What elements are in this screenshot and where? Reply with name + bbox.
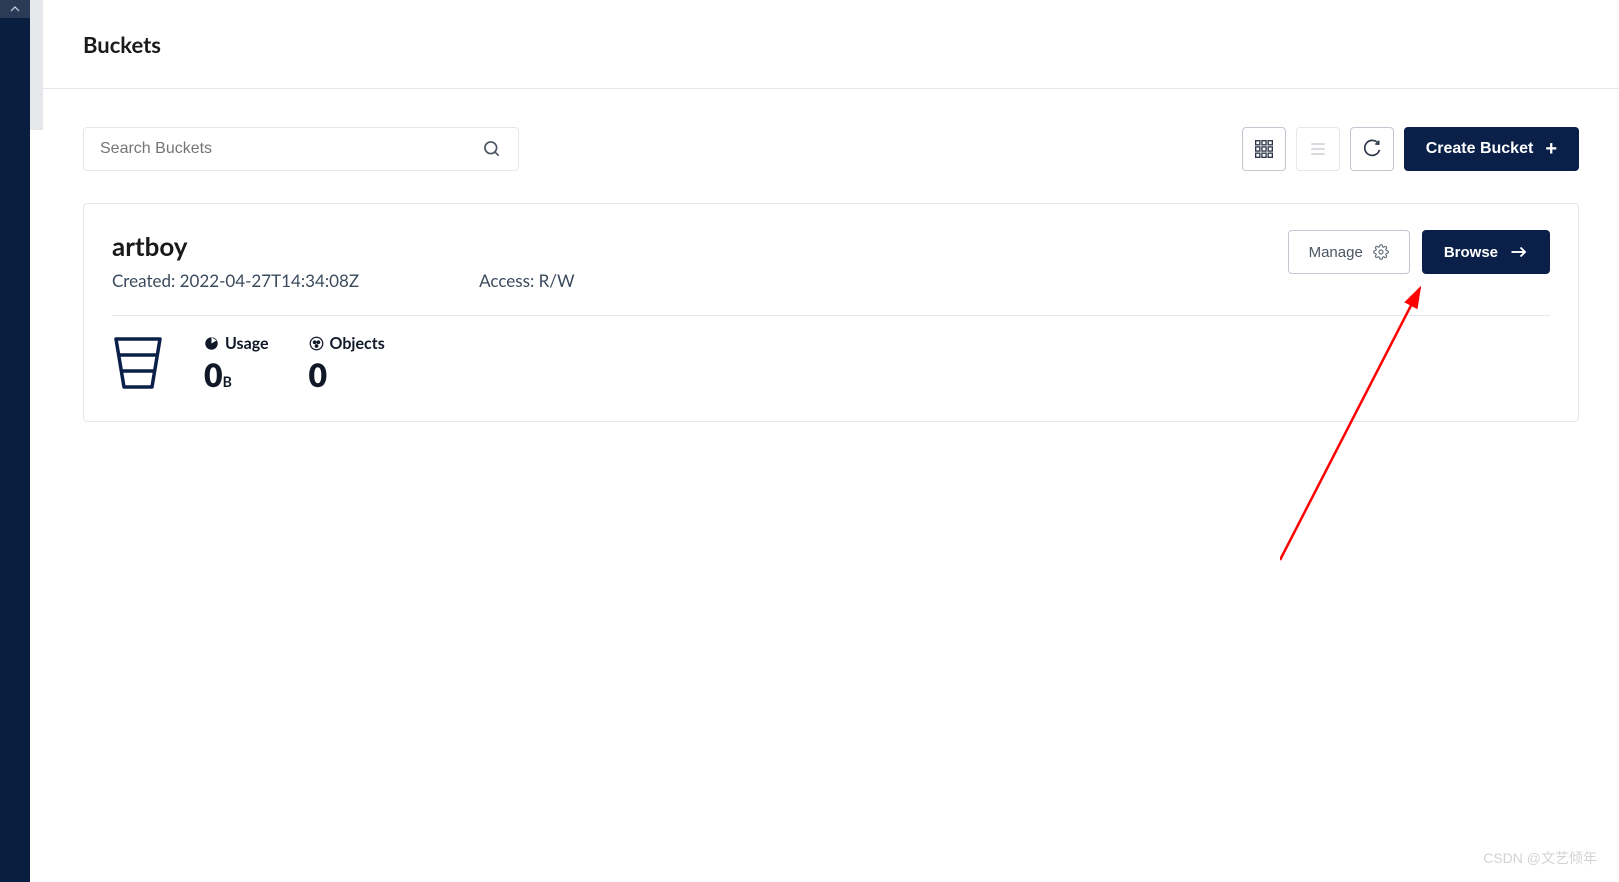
sidebar-collapsed: [0, 0, 30, 882]
search-input[interactable]: [100, 140, 482, 158]
grid-view-button[interactable]: [1242, 127, 1286, 171]
list-view-button[interactable]: [1296, 127, 1340, 171]
usage-stat: Usage 0B: [204, 334, 269, 391]
page-header: Buckets: [43, 0, 1619, 89]
usage-icon: [204, 336, 219, 351]
bucket-created: Created: 2022-04-27T14:34:08Z: [112, 270, 359, 291]
refresh-button[interactable]: [1350, 127, 1394, 171]
divider: [112, 315, 1550, 316]
manage-label: Manage: [1309, 244, 1363, 261]
list-icon: [1308, 139, 1328, 159]
usage-unit: B: [223, 373, 232, 390]
browse-label: Browse: [1444, 244, 1498, 261]
manage-button[interactable]: Manage: [1288, 230, 1410, 274]
refresh-icon: [1362, 139, 1382, 159]
arrow-right-icon: [1510, 246, 1528, 258]
create-bucket-label: Create Bucket: [1426, 140, 1534, 158]
sidebar-secondary-strip: [30, 0, 43, 130]
sidebar-collapse-button[interactable]: [0, 0, 30, 18]
watermark: CSDN @文艺倾年: [1483, 848, 1597, 868]
search-icon: [482, 139, 502, 159]
objects-label: Objects: [330, 334, 385, 353]
chevron-up-icon: [10, 6, 20, 12]
create-bucket-button[interactable]: Create Bucket +: [1404, 127, 1579, 171]
objects-stat: Objects 0: [309, 334, 385, 391]
objects-icon: [309, 336, 324, 351]
bucket-name: artboy: [112, 230, 1288, 262]
usage-value: 0: [204, 355, 223, 394]
usage-label: Usage: [225, 334, 269, 353]
search-buckets-box[interactable]: [83, 127, 519, 171]
bucket-card: artboy Created: 2022-04-27T14:34:08Z Acc…: [83, 203, 1579, 422]
bucket-access: Access: R/W: [479, 270, 574, 291]
bucket-icon: [112, 335, 164, 391]
objects-value: 0: [309, 359, 385, 391]
plus-icon: +: [1545, 138, 1557, 161]
grid-icon: [1254, 139, 1274, 159]
browse-button[interactable]: Browse: [1422, 230, 1550, 274]
gear-icon: [1373, 244, 1389, 260]
page-title: Buckets: [83, 31, 161, 58]
